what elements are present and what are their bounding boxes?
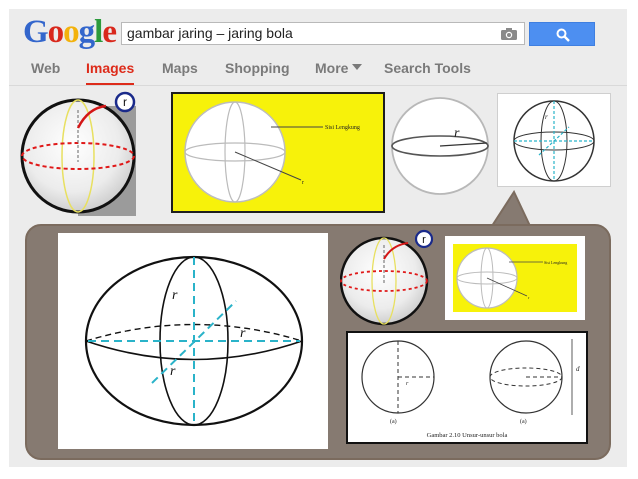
google-logo[interactable]: Google — [23, 12, 117, 52]
sisi-lengkung-label: Sisi Lengkung — [325, 125, 360, 131]
radius-label: r — [545, 113, 548, 121]
radius-label-top: r — [172, 288, 178, 303]
radius-label: r — [454, 126, 460, 141]
radius-label-bottom: r — [170, 364, 176, 379]
image-result-gray-sphere[interactable]: r — [390, 95, 490, 197]
radius-label: r — [302, 180, 304, 186]
image-result-yellow-sphere[interactable]: Sisi Lengkung r — [171, 92, 385, 213]
preview-unsur-bola-figure[interactable]: r (a) d (a) Gambar 2.10 Unsur-unsur bola — [346, 331, 588, 444]
logo-letter: o — [47, 14, 64, 50]
tab-web[interactable]: Web — [31, 60, 60, 76]
logo-letter: o — [63, 14, 79, 50]
label-a-right: (a) — [520, 418, 527, 425]
image-result-sphere-radius[interactable]: r — [18, 88, 140, 220]
tab-search-tools[interactable]: Search Tools — [384, 60, 471, 76]
sisi-lengkung-label: Sisi Lengkung — [544, 260, 567, 265]
image-result-dashed-sphere[interactable]: r — [497, 93, 611, 187]
nav-divider — [9, 85, 627, 86]
preview-yellow-sphere[interactable]: Sisi Lengkung r — [445, 236, 585, 320]
preview-small-sphere[interactable]: r — [340, 229, 440, 329]
label-a-left: (a) — [390, 418, 397, 425]
tab-images-label: Images — [86, 60, 135, 76]
tab-more-label: More — [315, 60, 349, 76]
radius-label-right: r — [240, 326, 246, 341]
tab-shopping[interactable]: Shopping — [225, 60, 290, 76]
radius-label: r — [123, 95, 127, 109]
logo-letter: e — [102, 14, 117, 50]
tab-maps[interactable]: Maps — [162, 60, 198, 76]
preview-large-sphere[interactable]: r r r — [58, 233, 328, 449]
figure-caption: Gambar 2.10 Unsur-unsur bola — [427, 432, 508, 439]
search-button[interactable] — [529, 22, 595, 46]
tab-images[interactable]: Images — [86, 60, 135, 86]
logo-letter: G — [23, 14, 49, 50]
camera-icon[interactable] — [500, 27, 518, 41]
logo-letter: l — [94, 14, 103, 50]
search-icon — [556, 28, 570, 42]
radius-label: r — [422, 234, 426, 246]
label-d: d — [576, 365, 580, 373]
search-box[interactable]: gambar jaring – jaring bola — [121, 22, 525, 45]
tab-more[interactable]: More — [315, 60, 363, 76]
logo-letter: g — [78, 14, 95, 50]
search-input[interactable]: gambar jaring – jaring bola — [127, 25, 293, 41]
chevron-down-icon — [352, 64, 363, 70]
